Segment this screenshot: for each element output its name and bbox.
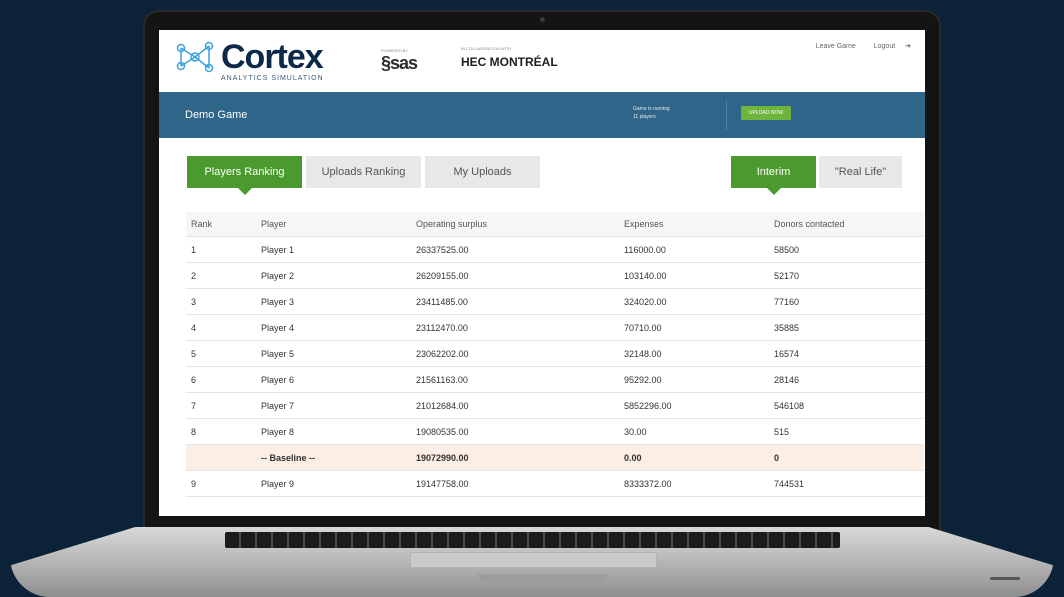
table-header-row: Rank Player Operating surplus Expenses D… <box>186 212 924 237</box>
cell-operating-surplus: 23062202.00 <box>411 340 619 367</box>
table-row: 2 Player 2 26209155.00 103140.00 52170 <box>186 262 924 289</box>
table-row: 9 Player 9 19147758.00 8333372.00 744531 <box>186 470 924 497</box>
cell-rank: 5 <box>186 340 256 367</box>
cell-expenses: 95292.00 <box>619 366 769 393</box>
cell-rank: 4 <box>186 314 256 341</box>
logout-icon: ➜ <box>905 43 911 50</box>
cell-rank: 8 <box>186 418 256 445</box>
game-status: Game is running 11 players <box>633 106 670 120</box>
cell-expenses: 30.00 <box>619 418 769 445</box>
col-expenses[interactable]: Expenses <box>619 212 769 237</box>
cell-rank <box>186 444 256 471</box>
col-rank[interactable]: Rank <box>186 212 256 237</box>
webcam <box>540 17 545 22</box>
cell-expenses: 324020.00 <box>619 288 769 315</box>
cell-operating-surplus: 21012684.00 <box>411 392 619 419</box>
cell-player: Player 4 <box>256 314 411 341</box>
table-row: 3 Player 3 23411485.00 324020.00 77160 <box>186 288 924 315</box>
top-links: Leave Game Logout ➜ <box>808 42 911 50</box>
cell-operating-surplus: 23411485.00 <box>411 288 619 315</box>
leave-game-link[interactable]: Leave Game <box>816 43 856 50</box>
cell-operating-surplus: 21561163.00 <box>411 366 619 393</box>
laptop-notch <box>478 574 608 582</box>
cell-expenses: 116000.00 <box>619 236 769 263</box>
table-row: 4 Player 4 23112470.00 70710.00 35885 <box>186 314 924 341</box>
cell-expenses: 0.00 <box>619 444 769 471</box>
laptop-screen: Cortex ANALYTICS SIMULATION POWERED BY §… <box>159 30 925 516</box>
cell-rank: 3 <box>186 288 256 315</box>
cell-player: Player 9 <box>256 470 411 497</box>
cell-rank: 1 <box>186 236 256 263</box>
cell-rank: 2 <box>186 262 256 289</box>
laptop-led <box>990 577 1020 580</box>
cell-operating-surplus: 19147758.00 <box>411 470 619 497</box>
laptop-trackpad <box>410 552 657 568</box>
app-header: Cortex ANALYTICS SIMULATION POWERED BY §… <box>159 30 925 91</box>
table-row: 6 Player 6 21561163.00 95292.00 28146 <box>186 366 924 393</box>
cell-operating-surplus: 26209155.00 <box>411 262 619 289</box>
cell-player: Player 7 <box>256 392 411 419</box>
cell-operating-surplus: 26337525.00 <box>411 236 619 263</box>
cell-donors: 515 <box>769 418 924 445</box>
cell-player: Player 3 <box>256 288 411 315</box>
cell-player: Player 8 <box>256 418 411 445</box>
cell-expenses: 5852296.00 <box>619 392 769 419</box>
col-donors-contacted[interactable]: Donors contacted <box>769 212 924 237</box>
cortex-logo: Cortex ANALYTICS SIMULATION <box>175 40 324 82</box>
cell-rank: 9 <box>186 470 256 497</box>
cell-donors: 52170 <box>769 262 924 289</box>
tab-real-life[interactable]: "Real Life" <box>819 156 902 188</box>
cell-donors: 58500 <box>769 236 924 263</box>
cell-player: Player 6 <box>256 366 411 393</box>
table-row: 7 Player 7 21012684.00 5852296.00 546108 <box>186 392 924 419</box>
cell-operating-surplus: 19072990.00 <box>411 444 619 471</box>
bar-divider <box>726 100 727 130</box>
tab-players-ranking[interactable]: Players Ranking <box>187 156 302 195</box>
hec-logo: IN COLLABORATION WITH HEC MONTRÉAL <box>461 46 558 69</box>
hec-wordmark: HEC MONTRÉAL <box>461 55 558 69</box>
cell-donors: 35885 <box>769 314 924 341</box>
cell-expenses: 8333372.00 <box>619 470 769 497</box>
network-nodes-icon <box>176 41 214 73</box>
cell-player: Player 1 <box>256 236 411 263</box>
cell-expenses: 70710.00 <box>619 314 769 341</box>
sas-logo: POWERED BY §sas <box>381 48 418 74</box>
col-operating-surplus[interactable]: Operating surplus <box>411 212 619 237</box>
tab-uploads-ranking[interactable]: Uploads Ranking <box>306 156 421 188</box>
upload-button[interactable]: UPLOAD NOW <box>741 106 791 120</box>
hec-caption: IN COLLABORATION WITH <box>461 46 512 51</box>
logout-link[interactable]: Logout ➜ <box>866 43 911 50</box>
cell-donors: 546108 <box>769 392 924 419</box>
ranking-table: Rank Player Operating surplus Expenses D… <box>186 212 924 497</box>
table-row: 8 Player 8 19080535.00 30.00 515 <box>186 418 924 445</box>
laptop-keyboard <box>225 532 840 548</box>
cell-expenses: 103140.00 <box>619 262 769 289</box>
logo-subtitle: ANALYTICS SIMULATION <box>221 75 324 82</box>
cell-donors: 77160 <box>769 288 924 315</box>
sas-wordmark: §sas <box>381 53 418 73</box>
cell-operating-surplus: 19080535.00 <box>411 418 619 445</box>
col-player[interactable]: Player <box>256 212 411 237</box>
cell-player: -- Baseline -- <box>256 444 411 471</box>
cell-rank: 7 <box>186 392 256 419</box>
cell-expenses: 32148.00 <box>619 340 769 367</box>
cell-player: Player 5 <box>256 340 411 367</box>
tab-my-uploads[interactable]: My Uploads <box>425 156 540 188</box>
cell-donors: 28146 <box>769 366 924 393</box>
cell-donors: 16574 <box>769 340 924 367</box>
game-bar: Demo Game Game is running 11 players UPL… <box>159 92 925 138</box>
game-title: Demo Game <box>185 109 248 121</box>
cell-rank: 6 <box>186 366 256 393</box>
baseline-row: -- Baseline -- 19072990.00 0.00 0 <box>186 444 924 471</box>
laptop-lid: Cortex ANALYTICS SIMULATION POWERED BY §… <box>143 10 941 534</box>
cell-donors: 0 <box>769 444 924 471</box>
cell-operating-surplus: 23112470.00 <box>411 314 619 341</box>
cell-player: Player 2 <box>256 262 411 289</box>
table-row: 5 Player 5 23062202.00 32148.00 16574 <box>186 340 924 367</box>
tab-interim[interactable]: Interim <box>731 156 816 195</box>
logo-wordmark: Cortex <box>221 38 324 76</box>
table-row: 1 Player 1 26337525.00 116000.00 58500 <box>186 236 924 263</box>
cell-donors: 744531 <box>769 470 924 497</box>
